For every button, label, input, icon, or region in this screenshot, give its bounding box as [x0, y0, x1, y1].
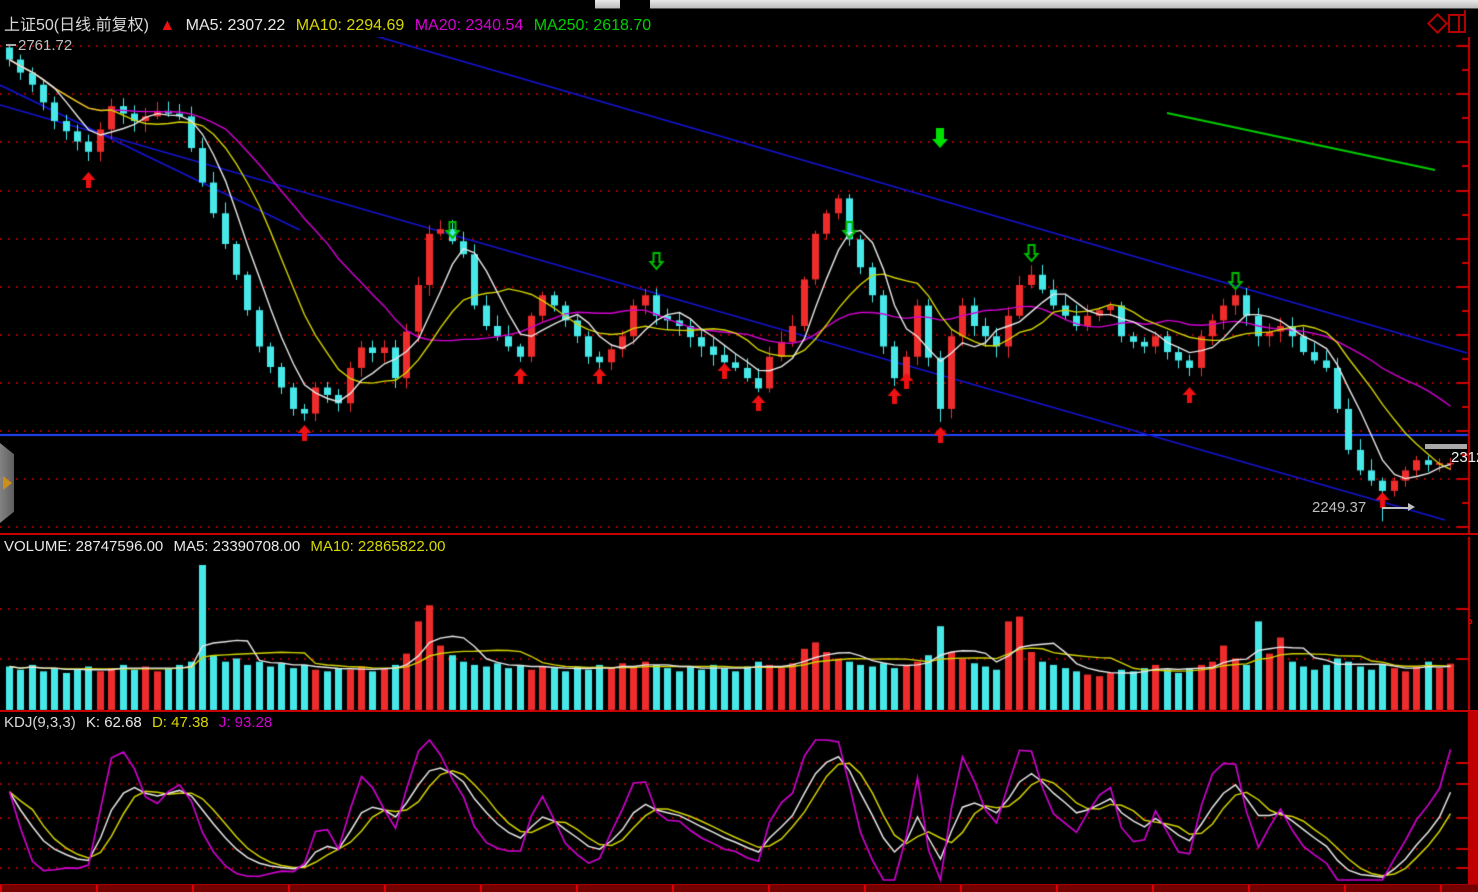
- kdj-header: KDJ(9,3,3) K: 62.68 D: 47.38 J: 93.28: [4, 714, 278, 731]
- window-chrome-strip: [595, 0, 620, 9]
- ma10-value: MA10: 2294.69: [296, 17, 405, 34]
- pane-separator: [0, 710, 1478, 712]
- axis-chevron-icon[interactable]: ›: [1469, 614, 1473, 628]
- low-pointer-line: [1382, 507, 1408, 509]
- pane-separator: [0, 533, 1478, 535]
- ma250-value: MA250: 2618.70: [534, 17, 651, 34]
- session-high-label: 2761.72: [18, 37, 72, 54]
- volume-ma5-value: MA5: 23390708.00: [173, 538, 300, 555]
- chart-application-window: 上证50(日线.前复权) ▲ MA5: 2307.22 MA10: 2294.6…: [0, 0, 1478, 892]
- session-low-label: 2249.37: [1312, 499, 1366, 516]
- time-axis-bar[interactable]: [0, 884, 1478, 892]
- window-chrome-strip: [650, 0, 1478, 9]
- high-pointer-dash: [6, 44, 16, 46]
- kdj-d-value: D: 47.38: [152, 714, 209, 731]
- kdj-indicator-name: KDJ(9,3,3): [4, 714, 76, 731]
- trend-up-arrow-icon: ▲: [159, 17, 175, 34]
- diamond-icon[interactable]: [1427, 13, 1448, 34]
- main-chart-header: 上证50(日线.前复权) ▲ MA5: 2307.22 MA10: 2294.6…: [4, 11, 657, 35]
- kdj-k-value: K: 62.68: [86, 714, 142, 731]
- volume-chart-canvas[interactable]: [0, 537, 1478, 711]
- volume-header: VOLUME: 28747596.00 MA5: 23390708.00 MA1…: [4, 538, 452, 555]
- expand-triangle-icon: [3, 476, 12, 490]
- kdj-chart-canvas[interactable]: [0, 712, 1478, 884]
- low-pointer-arrowhead: [1408, 503, 1415, 511]
- volume-ma10-value: MA10: 22865822.00: [310, 538, 445, 555]
- main-price-chart-canvas[interactable]: [0, 37, 1478, 534]
- ma20-value: MA20: 2340.54: [415, 17, 524, 34]
- kdj-j-value: J: 93.28: [219, 714, 272, 731]
- last-price-label: 2312: [1451, 449, 1478, 466]
- kdj-right-axis-block: [1468, 712, 1478, 884]
- volume-value: VOLUME: 28747596.00: [4, 538, 163, 555]
- ma5-value: MA5: 2307.22: [186, 17, 286, 34]
- sidebar-expand-handle[interactable]: [0, 443, 14, 523]
- window-edge-marker: [1464, 10, 1466, 32]
- symbol-title: 上证50(日线.前复权): [4, 17, 149, 34]
- split-window-divider: [1458, 16, 1460, 31]
